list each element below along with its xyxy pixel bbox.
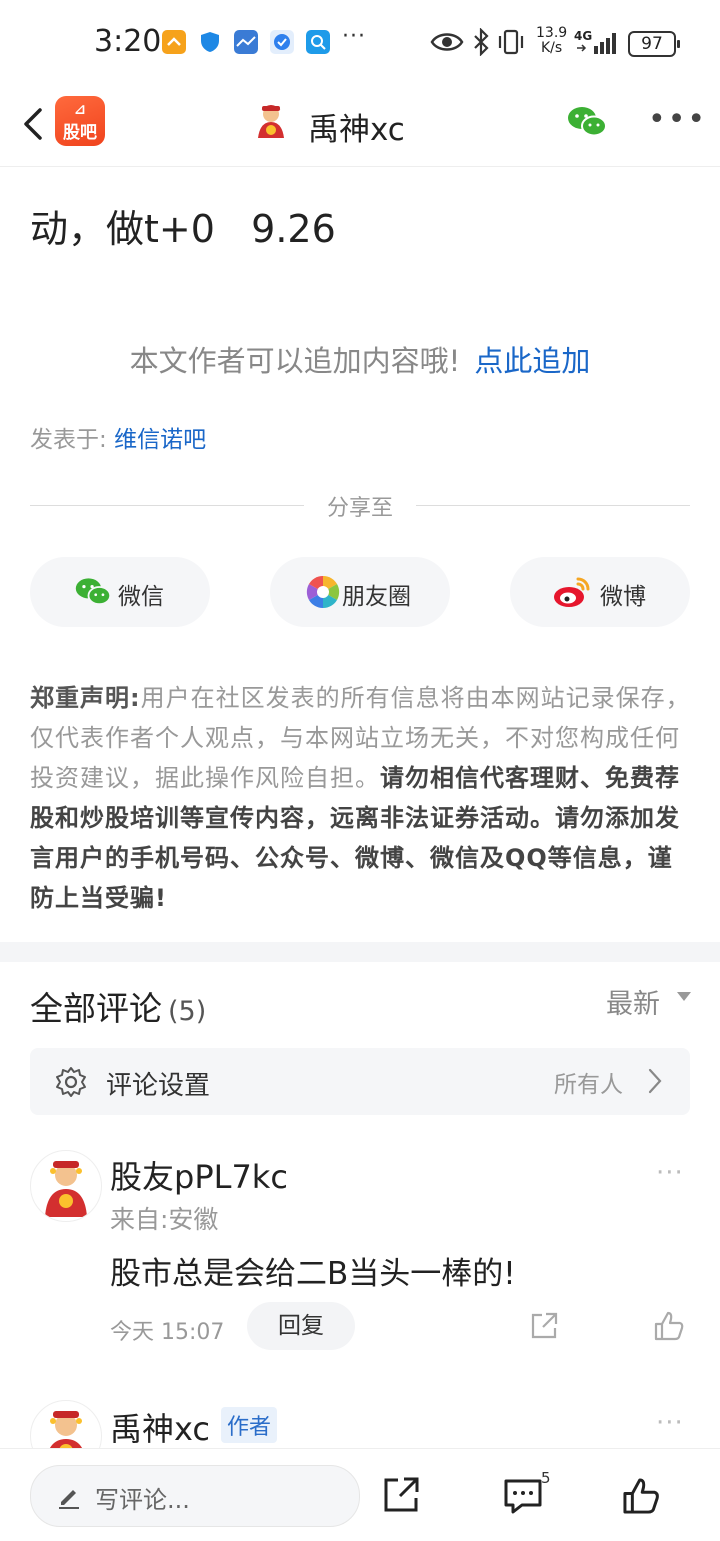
shield-icon [198,30,222,54]
comment-more-button[interactable]: ··· [656,1408,684,1438]
pencil-icon [55,1482,83,1510]
comment-settings-row[interactable]: 评论设置 所有人 [30,1048,690,1115]
wechat-icon[interactable] [566,104,608,140]
section-separator [0,942,720,962]
comment-settings-label: 评论设置 [106,1071,211,1101]
weibo-icon [552,573,590,611]
network-speed-unit: K/s [540,40,563,56]
share-weibo-button[interactable]: 微博 [510,557,690,627]
notice-title: 郑重声明 [30,684,130,712]
avatar[interactable] [30,1150,102,1222]
thumbs-up-icon[interactable] [652,1309,686,1343]
comment-icon[interactable] [502,1477,544,1515]
more-notifications: ··· [342,24,366,49]
comment-time: 今天 15:07 [110,1320,225,1345]
comment-username[interactable]: 股友pPL7kc [110,1152,288,1198]
network-speed: 13.9 K/s [536,26,567,56]
network-speed-value: 13.9 [536,25,568,41]
eye-icon [430,30,464,58]
sort-caret-icon[interactable] [677,992,691,1001]
comment-settings-value: 所有人 [554,1072,623,1098]
wechat-icon [74,573,112,611]
status-bar: 3:20 ··· 13.9 K/s 4G 97 [0,0,720,84]
legal-notice: 郑重声明:用户在社区发表的所有信息将由本网站记录保存，仅代表作者个人观点，与本网… [30,678,694,918]
comment-count-badge: 5 [541,1469,551,1487]
nav-user-avatar[interactable] [252,102,290,140]
append-link[interactable]: 点此追加 [474,344,590,378]
sort-dropdown[interactable]: 最新 [606,982,660,1021]
comments-count: (5) [168,996,207,1027]
append-content-prompt: 本文作者可以追加内容哦! 点此追加 [0,338,720,380]
vibrate-icon [496,28,526,60]
comment-more-button[interactable]: ··· [656,1158,684,1188]
gear-icon [54,1065,88,1099]
posted-in: 发表于: 维信诺吧 [30,420,206,454]
reply-button[interactable]: 回复 [247,1302,355,1350]
append-text: 本文作者可以追加内容哦! [129,344,461,378]
share-wechat-button[interactable]: 微信 [30,557,210,627]
status-time: 3:20 [94,24,162,59]
share-weibo-label: 微博 [600,584,646,610]
app-logo-text: 股吧 [63,123,97,143]
guba-app-logo[interactable]: ⊿ 股吧 [55,96,105,146]
share-wechat-label: 微信 [118,584,164,610]
page-title: 禹神xc [308,112,405,148]
bottom-action-bar: 写评论... 5 [0,1448,720,1541]
notice-colon: : [130,684,141,712]
app-logo-glyph: ⊿ [74,102,86,118]
share-label: 分享至 [326,496,393,521]
search-app-icon [306,30,330,54]
battery-indicator: 97 [628,31,680,57]
share-icon[interactable] [528,1310,560,1342]
posted-in-label: 发表于: [30,427,107,453]
app-notify-icon [162,30,186,54]
thumbs-up-icon[interactable] [620,1475,662,1517]
comment-username[interactable]: 禹神xc [110,1404,210,1450]
share-moments-label: 朋友圈 [342,584,411,610]
share-moments-button[interactable]: 朋友圈 [270,557,450,627]
comment-location: 来自:安徽 [110,1205,219,1234]
posted-in-bar-link[interactable]: 维信诺吧 [114,427,206,453]
comment-text: 股市总是会给二B当头一棒的! [110,1256,516,1292]
author-badge: 作者 [221,1407,278,1443]
write-comment-input[interactable]: 写评论... [30,1465,360,1527]
signal-icon [574,30,620,60]
comments-header: 全部评论 (5) [30,982,206,1030]
write-comment-placeholder: 写评论... [95,1486,190,1514]
moments-icon [304,573,342,611]
top-nav-bar: ⊿ 股吧 禹神xc ••• [0,84,720,167]
article-text-line: 动，做t+0 9.26 [30,207,336,251]
vpn-icon [270,30,294,54]
share-icon[interactable] [381,1475,421,1515]
back-button[interactable] [16,104,56,144]
map-icon [234,30,258,54]
more-options-button[interactable]: ••• [648,102,707,137]
comments-title: 全部评论 [30,989,162,1028]
chevron-right-icon [646,1066,664,1096]
bluetooth-icon [472,27,490,60]
